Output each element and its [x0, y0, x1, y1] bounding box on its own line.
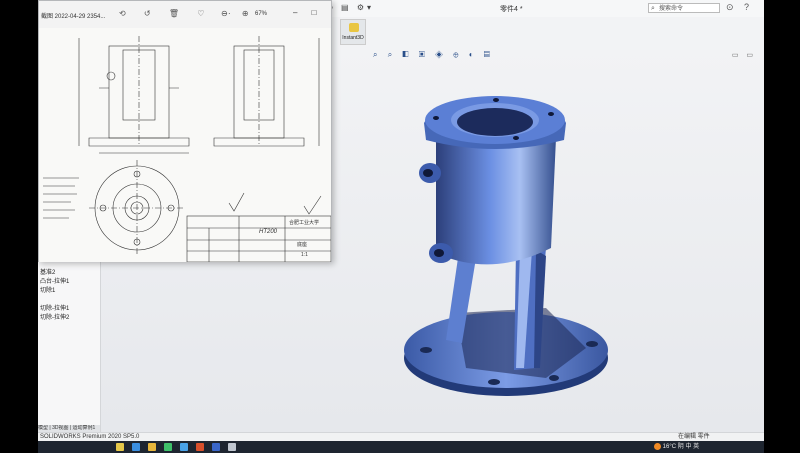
feature-item[interactable]: 基准2: [40, 267, 55, 276]
instant3d-icon: [349, 23, 359, 32]
search-input[interactable]: ⌕ 搜索命令: [648, 3, 720, 13]
photos-app-icon[interactable]: [212, 443, 220, 451]
image-viewer-window[interactable]: 截图 2022-04-29 2354... ⟲ ↺ 🗑 ♡ ⋯ ⊖ ⊕ 67% …: [38, 0, 332, 262]
material-label: HT200: [259, 229, 278, 235]
files-app-icon[interactable]: [132, 443, 140, 451]
viewer-toolbar: 截图 2022-04-29 2354... ⟲ ↺ 🗑 ♡ ⋯ ⊖ ⊕ 67% …: [39, 1, 331, 29]
lang-indicator[interactable]: 英: [693, 444, 699, 450]
edge-app-icon[interactable]: [180, 443, 188, 451]
weather-icon: [654, 442, 661, 450]
feature-item[interactable]: 切除-拉伸1: [40, 303, 69, 312]
viewport-window-controls[interactable]: ▭ ▭: [732, 51, 756, 59]
zoom-value: 67%: [255, 11, 268, 17]
help-icons[interactable]: ⊙ ?: [726, 2, 753, 13]
command-ribbon: Instant3D: [332, 17, 764, 48]
heads-up-view-toolbar[interactable]: ⌕ ⌕ ◧ ▣ ◈ ⊕ ◐ ▤: [373, 50, 494, 60]
zoom-controls[interactable]: ⊖ ⊕: [221, 9, 255, 18]
instant3d-button[interactable]: Instant3D: [340, 19, 366, 45]
windows-taskbar: 16°C 阴 中 英: [38, 441, 764, 453]
viewer-title: 截图 2022-04-29 2354...: [41, 14, 106, 20]
weather-text: 阴: [677, 444, 684, 450]
instant3d-label: Instant3D: [342, 35, 364, 41]
school-label: 合肥工业大学: [289, 220, 320, 226]
feature-item[interactable]: 凸台-拉伸1: [40, 276, 69, 285]
feature-item[interactable]: 切除1: [40, 285, 55, 294]
feature-manager-tree: 基准2 凸台-拉伸1 切除1 切除-拉伸1 切除-拉伸2: [38, 260, 101, 432]
window-controls[interactable]: – □: [293, 8, 323, 17]
scale-label: 1:1: [301, 252, 308, 258]
quick-access-toolbar[interactable]: ▪ ▤ ⚙▾: [330, 3, 374, 12]
weather-temp: 16°C: [662, 444, 677, 450]
browser-app-icon[interactable]: [164, 443, 172, 451]
search-app-icon[interactable]: [116, 443, 124, 451]
ime-indicator[interactable]: 中: [685, 444, 691, 450]
document-title: 零件4 *: [500, 6, 523, 13]
screen: ▪ ▤ ⚙▾ 零件4 * ⌕ 搜索命令 ⊙ ? Instant3D ⌕ ⌕ ◧ …: [38, 0, 764, 453]
model-tabs[interactable]: 模型 | 3D视图 | 运动算例1: [38, 425, 100, 432]
feature-item[interactable]: 切除-拉伸2: [40, 312, 69, 321]
search-placeholder: 搜索命令: [659, 6, 684, 12]
solidworks-app-icon[interactable]: [196, 443, 204, 451]
system-tray[interactable]: 16°C 阴 中 英: [654, 442, 699, 452]
search-icon: ⌕: [651, 5, 655, 12]
app-icon[interactable]: [228, 443, 236, 451]
part-name-label: 底座: [297, 242, 308, 248]
engineering-drawing: HT200 合肥工业大学 底座 1:1: [39, 28, 331, 262]
part-3d-model[interactable]: [396, 78, 616, 420]
folder-app-icon[interactable]: [148, 443, 156, 451]
